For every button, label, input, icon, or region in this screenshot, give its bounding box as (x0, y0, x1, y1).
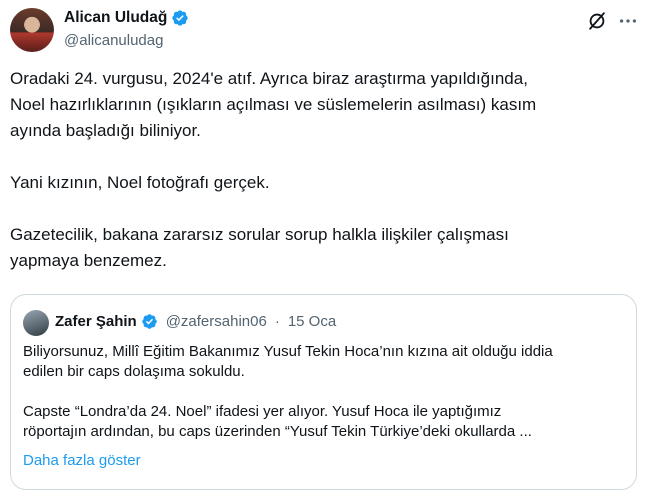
quoted-tweet-header: Zafer Şahin @zafersahin06 · 15 Oca (55, 313, 336, 330)
author-handle[interactable]: @alicanuludag (64, 32, 163, 49)
quoted-tweet-date[interactable]: 15 Oca (288, 313, 336, 330)
author-avatar[interactable] (10, 8, 54, 52)
tweet-text: Oradaki 24. vurgusu, 2024'e atıf. Ayrıca… (10, 69, 537, 270)
quoted-tweet-text: Biliyorsunuz, Millî Eğitim Bakanımız Yus… (23, 343, 553, 440)
meta-separator: · (274, 313, 280, 330)
quoted-author-handle[interactable]: @zafersahin06 (166, 313, 267, 330)
author-name[interactable]: Alican Uludağ (64, 9, 167, 27)
show-more-link[interactable]: Daha fazla göster (23, 452, 141, 469)
tweet-header: Alican Uludağ @alicanuludag (0, 0, 650, 60)
quoted-author-avatar[interactable] (23, 310, 49, 336)
verified-badge-icon (172, 10, 189, 26)
verified-badge-icon (141, 314, 157, 329)
author-name-row: Alican Uludağ (64, 9, 189, 27)
quoted-author-name[interactable]: Zafer Şahin (55, 313, 137, 330)
grok-icon[interactable] (586, 10, 608, 32)
more-options-icon[interactable] (617, 10, 639, 32)
quoted-tweet[interactable]: Zafer Şahin @zafersahin06 · 15 Oca Biliy… (10, 294, 637, 490)
